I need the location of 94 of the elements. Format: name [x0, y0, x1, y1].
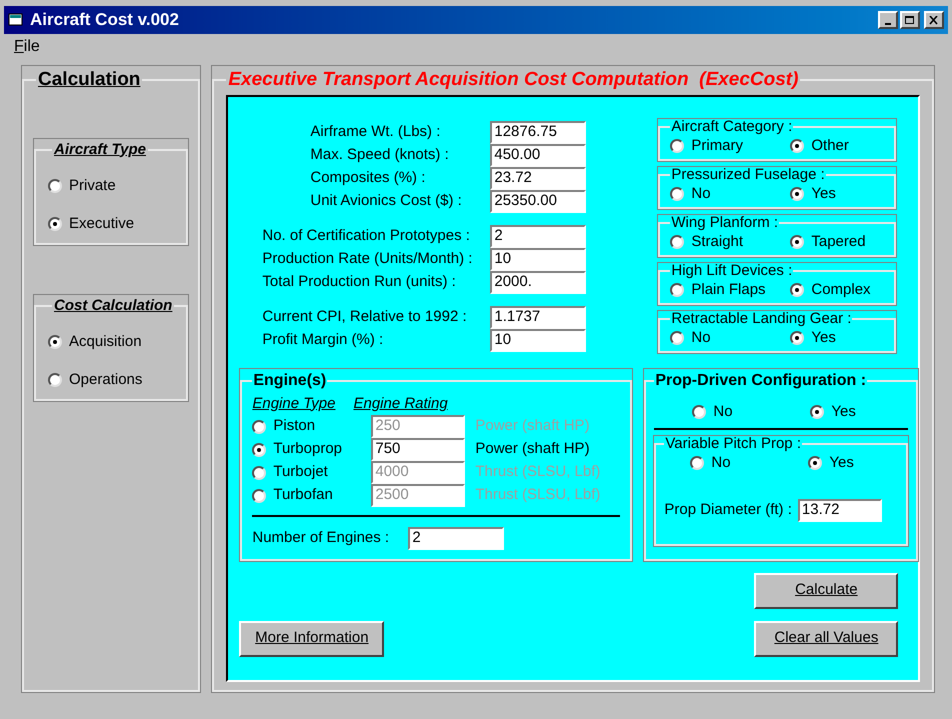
field-label: Airframe Wt. (Lbs) :	[310, 122, 442, 142]
column-header: Engine Type	[252, 394, 336, 414]
group-title: Prop-Driven Configuration :	[654, 370, 868, 390]
push-button[interactable]: Calculate	[754, 572, 898, 608]
radio-button[interactable]	[690, 456, 704, 470]
radio-button[interactable]	[692, 404, 706, 419]
radio-label: No	[691, 184, 711, 204]
input-field[interactable]: 450.00	[490, 144, 586, 166]
radio-label: Turboprop	[273, 439, 342, 460]
input-field[interactable]: 10	[490, 248, 586, 270]
radio-button[interactable]	[48, 216, 62, 231]
radio-button[interactable]	[48, 372, 62, 387]
input-field[interactable]: 13.72	[798, 498, 882, 522]
radio-label: Acquisition	[69, 332, 142, 352]
group-title: Aircraft Category :	[670, 118, 794, 134]
radio-button[interactable]	[808, 456, 822, 470]
input-field[interactable]: 25350.00	[490, 190, 586, 212]
radio-button[interactable]	[670, 330, 684, 345]
radio-label: Yes	[811, 328, 836, 348]
group-title: Aircraft Type	[52, 140, 147, 160]
group-title: Retractable Landing Gear :	[670, 310, 852, 326]
radio-label: Piston	[273, 416, 316, 436]
group-title: High Lift Devices :	[670, 262, 794, 278]
push-button[interactable]: Clear all Values	[754, 620, 898, 656]
radio-label: Other	[811, 136, 849, 156]
window-title: Aircraft Cost v.002	[30, 9, 179, 32]
maximize-button[interactable]	[900, 11, 920, 29]
input-field[interactable]: 10	[490, 328, 586, 352]
radio-button[interactable]	[670, 282, 684, 297]
radio-button[interactable]	[48, 335, 62, 350]
close-icon	[929, 16, 939, 24]
radio-button[interactable]	[790, 282, 804, 297]
group-title: Cost Calculation	[53, 296, 174, 316]
app-icon	[8, 13, 24, 27]
unit-label: Power (shaft HP)	[475, 416, 590, 436]
field-label: Prop Diameter (ft) :	[664, 500, 792, 520]
field-label: Total Production Run (units) :	[262, 272, 457, 292]
field-label: Composites (%) :	[310, 168, 426, 188]
radio-label: No	[691, 328, 711, 348]
radio-button[interactable]	[670, 234, 684, 249]
group-title: Engine(s)	[252, 370, 328, 390]
radio-label: Turbofan	[273, 485, 333, 506]
field-label: Current CPI, Relative to 1992 :	[262, 306, 468, 327]
menu-item[interactable]: File	[14, 35, 40, 59]
radio-button[interactable]	[790, 186, 804, 201]
radio-label: Primary	[691, 136, 744, 156]
push-button[interactable]: More Information	[239, 620, 384, 656]
input-field[interactable]: 12876.75	[490, 120, 586, 144]
input-field[interactable]: 23.72	[490, 166, 586, 190]
radio-label: Operations	[69, 370, 142, 390]
unit-label: Thrust (SLSU, Lbf)	[475, 485, 600, 506]
minimize-icon	[885, 23, 891, 25]
radio-label: Turbojet	[273, 462, 328, 482]
radio-label: No	[713, 402, 733, 422]
radio-label: Yes	[831, 402, 856, 422]
group-title: Pressurized Fuselage :	[670, 166, 826, 182]
radio-button[interactable]	[810, 404, 824, 419]
group-title: Variable Pitch Prop :	[664, 436, 802, 452]
group-title: Wing Planform :	[670, 214, 780, 230]
input-field[interactable]: 2000.	[490, 270, 586, 294]
input-field[interactable]: 2	[408, 527, 504, 550]
minimize-button[interactable]	[878, 11, 898, 29]
radio-button[interactable]	[790, 330, 804, 345]
radio-label: Plain Flaps	[691, 280, 766, 300]
radio-label: Yes	[811, 184, 836, 204]
maximize-icon	[905, 16, 915, 24]
field-label: Number of Engines :	[252, 528, 390, 548]
column-header: Engine Rating	[353, 394, 448, 414]
radio-button[interactable]	[252, 442, 266, 456]
field-label: Unit Avionics Cost ($) :	[310, 190, 463, 211]
radio-button[interactable]	[670, 138, 684, 153]
radio-label: Straight	[691, 232, 744, 252]
input-field[interactable]: 1.1737	[490, 306, 586, 328]
panel-title: Calculation	[37, 68, 142, 92]
field-label: Production Rate (Units/Month) :	[262, 248, 474, 269]
field-label: Max. Speed (knots) :	[310, 144, 450, 165]
input-field[interactable]: 2	[490, 224, 586, 248]
radio-button[interactable]	[48, 179, 62, 194]
radio-button[interactable]	[790, 138, 804, 153]
radio-label: Private	[69, 176, 116, 196]
input-field[interactable]: 750	[371, 438, 466, 461]
field-label: No. of Certification Prototypes :	[262, 226, 471, 246]
panel-title: Executive Transport Acquisition Cost Computation (ExecCost)	[227, 68, 800, 92]
radio-label: Executive	[69, 214, 134, 234]
radio-label: No	[711, 453, 731, 473]
radio-button[interactable]	[790, 234, 804, 249]
radio-button[interactable]	[670, 186, 684, 201]
field-label: Profit Margin (%) :	[262, 330, 384, 350]
radio-label: Tapered	[811, 232, 866, 252]
radio-label: Yes	[829, 453, 854, 473]
unit-label: Thrust (SLSU, Lbf)	[475, 462, 600, 482]
radio-label: Complex	[811, 280, 871, 300]
unit-label: Power (shaft HP)	[475, 439, 590, 460]
close-button[interactable]	[924, 11, 944, 29]
